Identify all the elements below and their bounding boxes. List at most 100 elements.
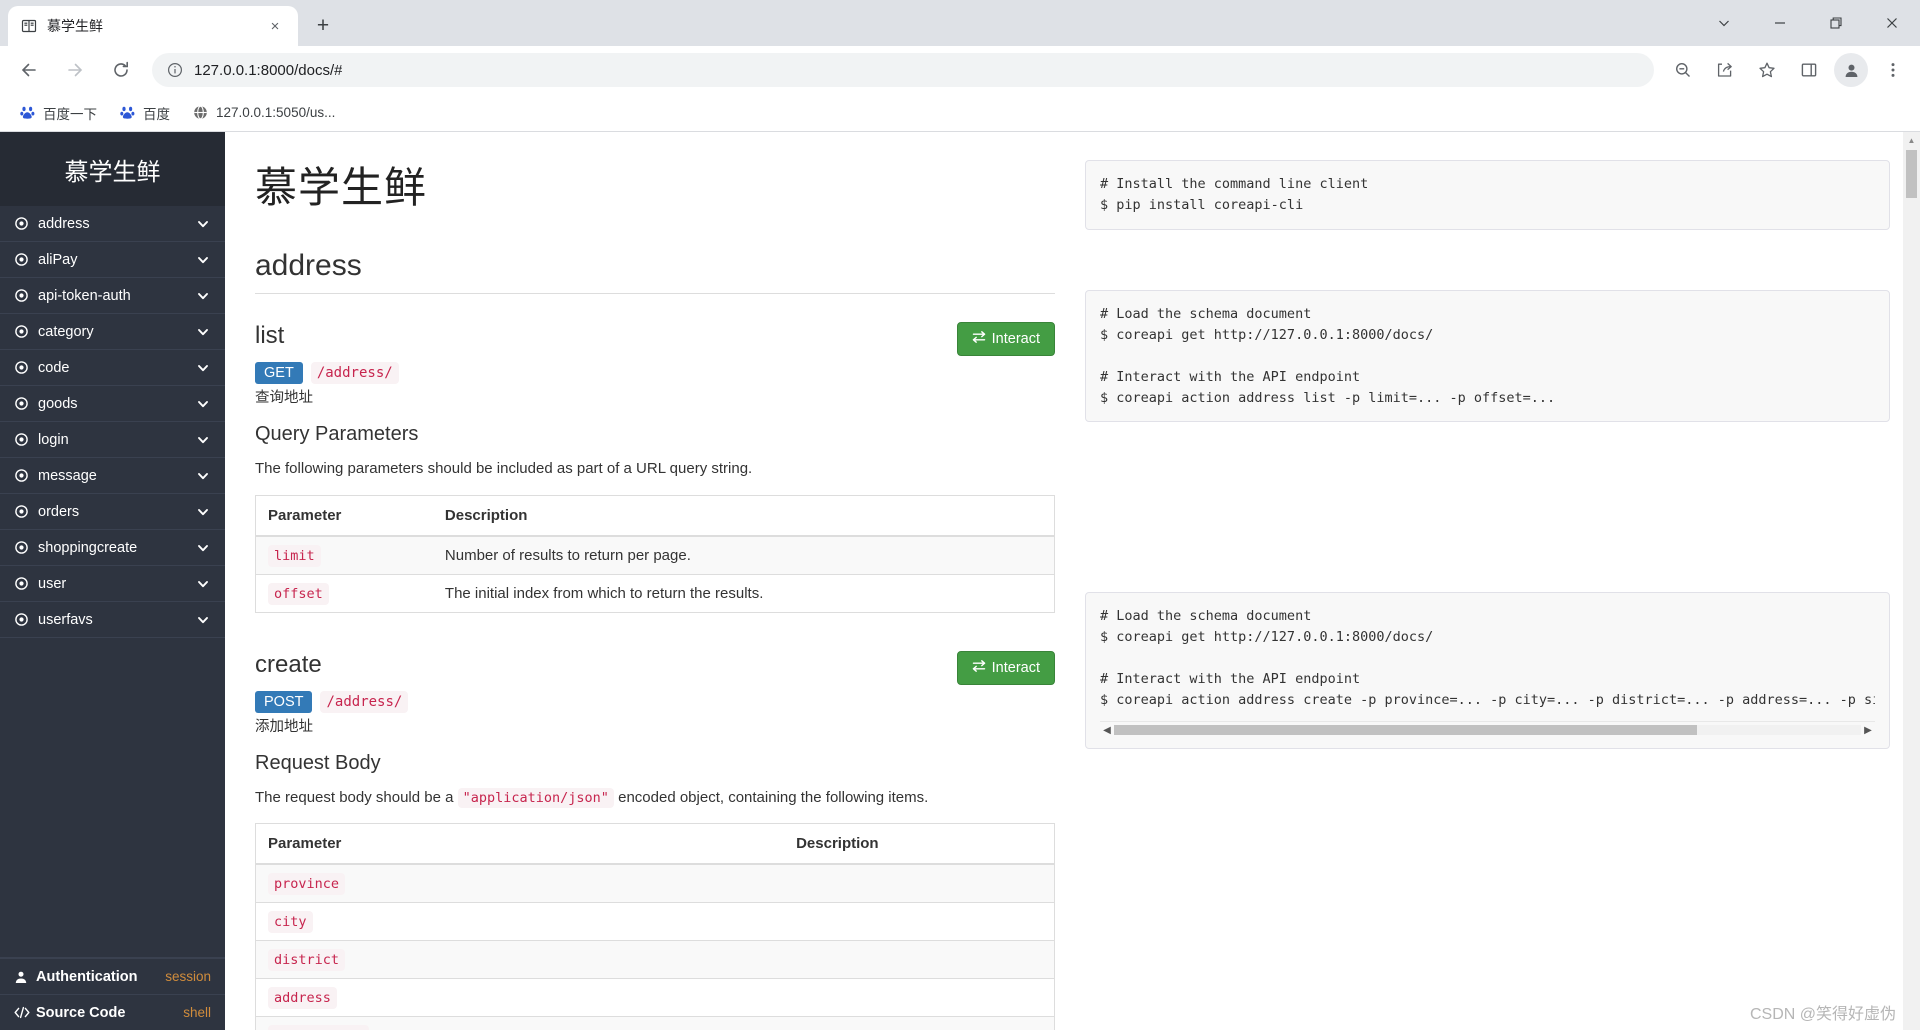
side-panel-icon[interactable] — [1792, 53, 1826, 87]
param-name-cell: province — [255, 863, 785, 903]
docs-column: 慕学生鲜 address list Interact GET/address/查询地… — [255, 154, 1085, 1030]
sidebar-item-login[interactable]: login — [0, 422, 225, 458]
sidebar-brand: 慕学生鲜 — [0, 132, 225, 206]
toolbar-actions — [1662, 53, 1914, 87]
minimize-button[interactable] — [1752, 0, 1808, 46]
install-codebox: # Install the command line client $ pip … — [1085, 160, 1890, 230]
horizontal-scrollbar[interactable]: ◀ ▶ — [1100, 721, 1875, 736]
sidebar-item-shoppingcreate[interactable]: shoppingcreate — [0, 530, 225, 566]
method-row: POST/address/ — [255, 690, 1055, 713]
scroll-right-icon[interactable]: ▶ — [1861, 725, 1875, 736]
table-row: signer_name — [255, 1016, 1055, 1030]
link-header: list Interact — [255, 322, 1055, 356]
sidebar-item-userfavs[interactable]: userfavs — [0, 602, 225, 638]
forward-button[interactable] — [57, 52, 93, 88]
scroll-up-icon[interactable]: ▲ — [1903, 132, 1920, 149]
chevron-down-icon[interactable] — [197, 398, 211, 410]
window-controls — [1696, 0, 1920, 46]
scrollbar-track[interactable] — [1114, 725, 1861, 736]
params-intro: The request body should be a "applicatio… — [255, 787, 1055, 810]
info-icon[interactable] — [166, 61, 184, 79]
menu-icon[interactable] — [1876, 53, 1910, 87]
column-header-parameter: Parameter — [255, 495, 433, 537]
share-icon[interactable] — [1708, 53, 1742, 87]
sidebar-item-label: goods — [38, 395, 78, 412]
bookmark-item[interactable]: 127.0.0.1:5050/us... — [183, 101, 344, 125]
page-title: 慕学生鲜 — [255, 164, 428, 211]
close-icon[interactable]: × — [264, 15, 286, 37]
method-row: GET/address/ — [255, 362, 1055, 384]
param-name: offset — [268, 582, 329, 605]
scrollbar-thumb[interactable] — [1906, 150, 1917, 198]
zoom-out-icon[interactable] — [1666, 53, 1700, 87]
interact-button[interactable]: Interact — [956, 322, 1055, 356]
sidebar-item-label: userfavs — [38, 611, 93, 628]
chevron-down-icon[interactable] — [197, 506, 211, 518]
chevron-down-icon[interactable] — [197, 614, 211, 626]
chevron-down-icon[interactable] — [197, 470, 211, 482]
params-intro: The following parameters should be inclu… — [255, 460, 753, 477]
vertical-scrollbar[interactable]: ▲ — [1903, 132, 1920, 1030]
sidebar-item-category[interactable]: category — [0, 314, 225, 350]
chevron-down-icon[interactable] — [197, 218, 211, 230]
http-method-badge: POST — [255, 690, 313, 713]
sidebar-item-user[interactable]: user — [0, 566, 225, 602]
chevron-down-icon[interactable] — [1696, 0, 1752, 46]
param-description-cell: The initial index from which to return t… — [432, 573, 1055, 612]
reload-button[interactable] — [103, 52, 139, 88]
bookmark-star-icon[interactable] — [1750, 53, 1784, 87]
url-text: 127.0.0.1:8000/docs/# — [194, 61, 343, 79]
sidebar-source-code-row[interactable]: Source Code shell — [0, 994, 225, 1030]
bookmark-item[interactable]: 百度 — [110, 99, 179, 127]
circle-dot-icon — [14, 468, 32, 483]
chevron-down-icon[interactable] — [197, 362, 211, 374]
bookmark-item[interactable]: 百度一下 — [10, 99, 106, 127]
main-content: 慕学生鲜 address list Interact GET/address/查询地… — [225, 132, 1920, 1030]
chevron-down-icon[interactable] — [197, 434, 211, 446]
window-close-button[interactable] — [1864, 0, 1920, 46]
endpoint-path: /address/ — [320, 690, 409, 713]
maximize-button[interactable] — [1808, 0, 1864, 46]
address-bar[interactable]: 127.0.0.1:8000/docs/# — [152, 53, 1654, 87]
params-intro-after: encoded object, containing the following… — [613, 788, 929, 806]
param-description-cell — [784, 902, 1055, 941]
chevron-down-icon[interactable] — [197, 290, 211, 302]
chevron-down-icon[interactable] — [197, 542, 211, 554]
sidebar-item-code[interactable]: code — [0, 350, 225, 386]
scrollbar-thumb[interactable] — [1114, 725, 1697, 736]
install-code: # Install the command line client $ pip … — [1100, 176, 1369, 213]
params-intro-before: The request body should be a — [255, 788, 458, 806]
column-header-parameter: Parameter — [255, 823, 785, 865]
sidebar-item-label: code — [38, 359, 70, 376]
sidebar-item-alipay[interactable]: aliPay — [0, 242, 225, 278]
sidebar-item-orders[interactable]: orders — [0, 494, 225, 530]
link-description: 添加地址 — [255, 718, 313, 735]
section-title: address — [255, 249, 1055, 294]
sidebar-item-address[interactable]: address — [0, 206, 225, 242]
sidebar-item-goods[interactable]: goods — [0, 386, 225, 422]
sidebar-bottom: Authentication session Source Code shell — [0, 957, 225, 1030]
interact-button[interactable]: Interact — [956, 650, 1055, 685]
chevron-down-icon[interactable] — [197, 254, 211, 266]
circle-dot-icon — [14, 396, 32, 411]
browser-tab[interactable]: 慕学生鲜 × — [8, 6, 298, 46]
sidebar-bottom-label: Authentication — [36, 968, 138, 985]
browser-toolbar: 127.0.0.1:8000/docs/# — [0, 46, 1920, 94]
sidebar-item-api-token-auth[interactable]: api-token-auth — [0, 278, 225, 314]
sidebar-item-label: user — [38, 575, 67, 592]
sidebar-item-message[interactable]: message — [0, 458, 225, 494]
params-heading: Query Parameters — [255, 423, 419, 445]
endpoint-path: /address/ — [310, 362, 399, 384]
param-name-cell: offset — [255, 573, 433, 612]
scroll-left-icon[interactable]: ◀ — [1100, 725, 1114, 736]
profile-icon[interactable] — [1834, 53, 1868, 87]
sidebar-authentication-row[interactable]: Authentication session — [0, 958, 225, 994]
sidebar-item-label: orders — [38, 503, 80, 520]
bookmark-label: 127.0.0.1:5050/us... — [216, 105, 336, 120]
chevron-down-icon[interactable] — [197, 578, 211, 590]
chevron-down-icon[interactable] — [197, 326, 211, 338]
back-button[interactable] — [11, 52, 47, 88]
param-name-cell: address — [255, 978, 785, 1017]
link-code: # Load the schema document $ coreapi get… — [1100, 305, 1556, 406]
new-tab-button[interactable]: + — [308, 11, 338, 41]
